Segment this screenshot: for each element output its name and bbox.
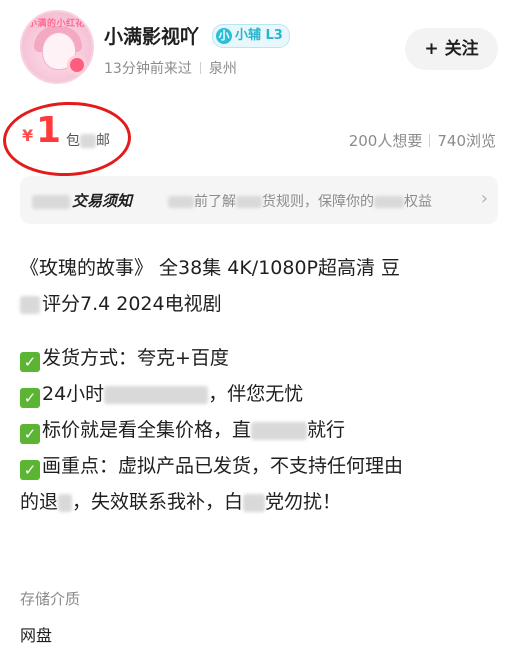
blurred-text [80, 134, 96, 148]
notice-text-part-c: 权益 [404, 194, 432, 210]
seller-avatar[interactable]: 小满的小红花 [20, 10, 94, 84]
avatar-caption: 小满的小红花 [28, 19, 86, 29]
seller-nickname[interactable]: 小满影视吖 [104, 22, 199, 49]
flower-icon [70, 58, 84, 72]
trade-notice-bar[interactable]: 交易须知 前了解 货规则，保障你的 权益 › [20, 176, 498, 224]
notice-text-part-a: 前了解 [194, 194, 236, 210]
blurred-text [251, 421, 308, 440]
check-icon: ✓ [20, 388, 40, 408]
price-value: 1 [36, 110, 62, 151]
bullet-item: ✓ 24小时 ，伴您无忧 [20, 376, 490, 412]
check-icon: ✓ [20, 352, 40, 372]
blurred-text [32, 194, 70, 209]
want-count: 200人想要 [348, 132, 423, 150]
bullet-text: 标价就是看全集价格，直 [42, 419, 252, 441]
blurred-text [104, 385, 209, 404]
notice-text: 前了解 货规则，保障你的 权益 [168, 191, 432, 211]
check-icon: ✓ [20, 460, 40, 480]
seller-location: 泉州 [208, 61, 237, 77]
description-line: 评分7.4 2024电视剧 [20, 286, 490, 322]
meta-divider [199, 62, 201, 74]
seller-header: 小满的小红花 小满影视吖 小 小辅 L3 13分钟前来过 泉州 + 关注 [0, 0, 506, 92]
blurred-text [168, 196, 194, 208]
bullet-item: ✓ 画重点：虚拟产品已发货，不支持任何理由 [20, 448, 490, 484]
blurred-text [243, 493, 266, 512]
price-row: ¥ 1 包邮 200人想要 740浏览 [0, 99, 506, 180]
bullet-text: 的退 [20, 491, 59, 513]
last-seen: 13分钟前来过 [104, 61, 192, 77]
shipping-label-tail: 邮 [96, 133, 110, 149]
shipping-label: 包 [66, 133, 80, 149]
description-line: 《玫瑰的故事》 全38集 4K/1080P超高清 豆 [20, 257, 401, 279]
item-description: 《玫瑰的故事》 全38集 4K/1080P超高清 豆 评分7.4 2024电视剧… [20, 250, 490, 520]
seller-meta: 13分钟前来过 泉州 [104, 58, 237, 78]
badge-icon: 小 [216, 28, 232, 44]
bullet-item: ✓ 发货方式：夸克+百度 [20, 340, 490, 376]
bullet-text-tail: 党勿扰！ [265, 491, 342, 513]
bullet-text: 24小时 [42, 383, 105, 405]
bullet-text-mid: ，失效联系我补，白 [72, 491, 244, 513]
bullet-text-tail: 就行 [307, 419, 346, 441]
currency-symbol: ¥ [22, 126, 34, 145]
follow-button[interactable]: + 关注 [405, 28, 498, 70]
badge-label: 小辅 L3 [235, 28, 283, 43]
blurred-text [58, 493, 73, 512]
blurred-text [20, 295, 40, 314]
bullet-text: 画重点：虚拟产品已发货，不支持任何理由 [42, 455, 404, 477]
bullet-item-continued: 的退 ，失效联系我补，白 党勿扰！ [20, 484, 490, 520]
storage-label: 存储介质 [20, 590, 81, 608]
description-line-text: 评分7.4 2024电视剧 [42, 293, 222, 315]
notice-text-part-b: 货规则，保障你的 [262, 194, 374, 210]
bullet-item: ✓ 标价就是看全集价格，直 就行 [20, 412, 490, 448]
blurred-text [374, 196, 404, 208]
blurred-text [236, 196, 262, 208]
notice-title: 交易须知 [32, 190, 132, 211]
notice-title-label: 交易须知 [72, 192, 133, 210]
storage-value: 网盘 [20, 626, 53, 645]
bullet-text-tail: ，伴您无忧 [208, 383, 304, 405]
stats-divider [429, 134, 431, 147]
chevron-right-icon: › [480, 188, 488, 209]
item-stats: 200人想要 740浏览 [349, 130, 496, 151]
check-icon: ✓ [20, 424, 40, 444]
bullet-text: 发货方式：夸克+百度 [42, 347, 229, 369]
view-count: 740浏览 [437, 132, 496, 150]
shipping-info: 包邮 [66, 130, 110, 150]
seller-level-badge[interactable]: 小 小辅 L3 [212, 24, 290, 48]
